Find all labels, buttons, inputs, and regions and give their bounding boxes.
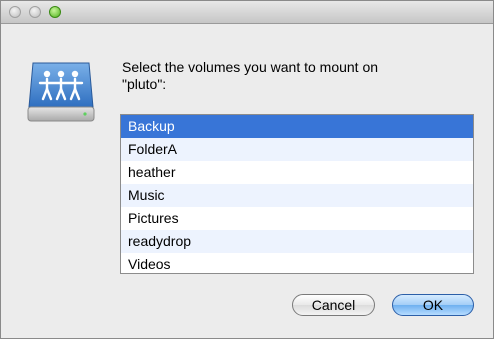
- volume-item-heather[interactable]: heather: [121, 161, 473, 184]
- mount-volumes-dialog: Select the volumes you want to mount on …: [0, 0, 494, 339]
- cancel-button[interactable]: Cancel: [292, 294, 375, 316]
- title-bar[interactable]: [1, 1, 493, 24]
- prompt-line-1: Select the volumes you want to mount on: [122, 59, 379, 75]
- volume-item-foldera[interactable]: FolderA: [121, 138, 473, 161]
- volume-item-pictures[interactable]: Pictures: [121, 207, 473, 230]
- volume-item-videos[interactable]: Videos: [121, 253, 473, 273]
- zoom-window-button[interactable]: [49, 6, 61, 18]
- volume-item-backup[interactable]: Backup: [121, 115, 473, 138]
- ok-button[interactable]: OK: [392, 294, 474, 316]
- volume-item-readydrop[interactable]: readydrop: [121, 230, 473, 253]
- minimize-window-button[interactable]: [29, 6, 41, 18]
- volumes-list[interactable]: Backup FolderA heather Music Pictures re…: [120, 114, 474, 274]
- prompt-line-2: "pluto":: [122, 76, 167, 92]
- dialog-prompt: Select the volumes you want to mount on …: [122, 59, 462, 93]
- network-drive-icon: [27, 62, 95, 122]
- volume-item-music[interactable]: Music: [121, 184, 473, 207]
- close-window-button[interactable]: [9, 6, 21, 18]
